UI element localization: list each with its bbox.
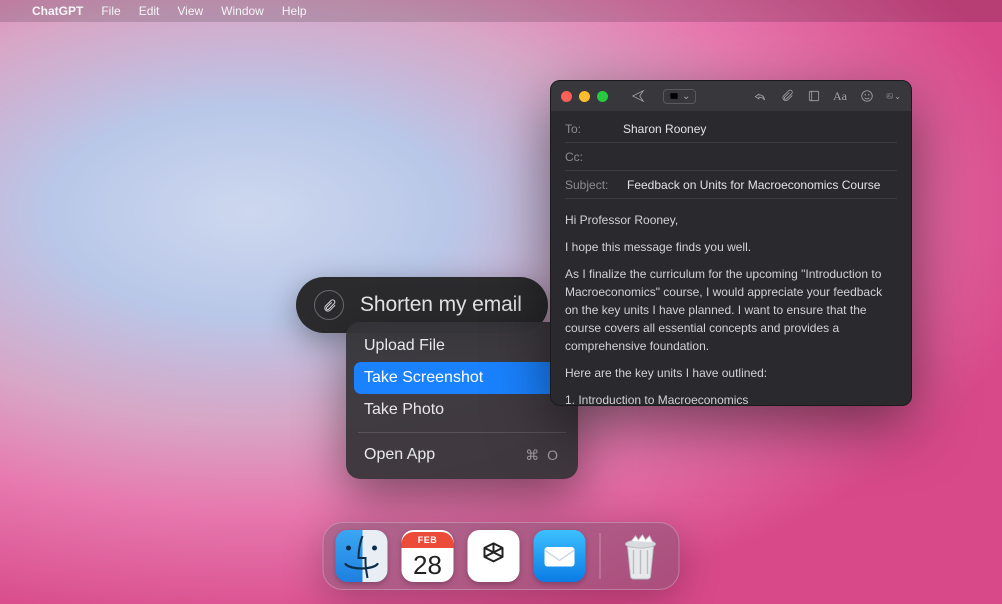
to-value: Sharon Rooney (623, 122, 706, 136)
emoji-icon[interactable] (859, 89, 874, 104)
menu-edit[interactable]: Edit (139, 4, 160, 18)
menu-item-take-screenshot[interactable]: Take Screenshot (354, 362, 570, 394)
subject-value: Feedback on Units for Macroeconomics Cou… (627, 178, 880, 192)
header-dropdown[interactable]: ⌄ (663, 89, 696, 104)
calendar-day: 28 (413, 550, 442, 581)
window-minimize-button[interactable] (579, 91, 590, 102)
menu-item-upload-file[interactable]: Upload File (354, 330, 570, 362)
calendar-month: FEB (402, 532, 454, 548)
attach-icon[interactable] (779, 89, 794, 104)
menu-item-label: Take Photo (364, 401, 444, 419)
compose-toolbar: ⌄ Aa ⌄ (551, 81, 911, 111)
cc-field-row[interactable]: Cc: (565, 143, 897, 171)
menu-item-take-photo[interactable]: Take Photo (354, 394, 570, 426)
body-line: I hope this message finds you well. (565, 238, 897, 256)
dock-separator (600, 533, 601, 579)
attachment-context-menu: Upload File Take Screenshot Take Photo O… (346, 322, 578, 479)
mail-compose-window: ⌄ Aa ⌄ To: Sharon Rooney Cc: Subject: Fe… (550, 80, 912, 406)
dock-trash-icon[interactable] (615, 530, 667, 582)
finder-face-icon (336, 530, 388, 582)
dock-mail-icon[interactable] (534, 530, 586, 582)
dock-calendar-icon[interactable]: FEB 28 (402, 530, 454, 582)
menu-item-label: Upload File (364, 337, 445, 355)
to-field-row[interactable]: To: Sharon Rooney (565, 115, 897, 143)
menu-item-shortcut: ⌘ O (525, 447, 560, 464)
window-zoom-button[interactable] (597, 91, 608, 102)
body-line: Here are the key units I have outlined: (565, 364, 897, 382)
body-paragraph: As I finalize the curriculum for the upc… (565, 265, 897, 355)
dock-chatgpt-icon[interactable] (468, 530, 520, 582)
photo-icon[interactable]: ⌄ (886, 89, 901, 104)
menu-separator (358, 432, 566, 433)
dock-finder-icon[interactable] (336, 530, 388, 582)
menu-item-open-app[interactable]: Open App ⌘ O (354, 439, 570, 471)
menu-help[interactable]: Help (282, 4, 307, 18)
body-list-heading: 1. Introduction to Macroeconomics (565, 391, 897, 406)
reply-icon[interactable] (752, 89, 767, 104)
chatgpt-logo-icon (476, 538, 512, 574)
prompt-text: Shorten my email (360, 293, 522, 317)
trash-icon (620, 532, 662, 580)
send-icon[interactable] (630, 89, 645, 104)
menu-window[interactable]: Window (221, 4, 264, 18)
compose-header-fields: To: Sharon Rooney Cc: Subject: Feedback … (551, 111, 911, 199)
to-label: To: (565, 122, 613, 136)
menubar: ChatGPT File Edit View Window Help (0, 0, 1002, 22)
font-icon[interactable]: Aa (833, 89, 847, 104)
menu-item-label: Take Screenshot (364, 369, 483, 387)
compose-body[interactable]: Hi Professor Rooney, I hope this message… (551, 199, 911, 406)
dock: FEB 28 (323, 522, 680, 590)
menu-item-label: Open App (364, 446, 435, 464)
window-close-button[interactable] (561, 91, 572, 102)
cc-label: Cc: (565, 150, 613, 164)
menubar-app-name[interactable]: ChatGPT (32, 4, 83, 18)
envelope-icon (540, 541, 580, 571)
attachment-button[interactable] (314, 290, 344, 320)
menu-file[interactable]: File (101, 4, 120, 18)
body-greeting: Hi Professor Rooney, (565, 211, 897, 229)
paperclip-icon (322, 297, 337, 314)
subject-field-row[interactable]: Subject: Feedback on Units for Macroecon… (565, 171, 897, 199)
menu-view[interactable]: View (177, 4, 203, 18)
format-icon[interactable] (806, 89, 821, 104)
subject-label: Subject: (565, 178, 617, 192)
